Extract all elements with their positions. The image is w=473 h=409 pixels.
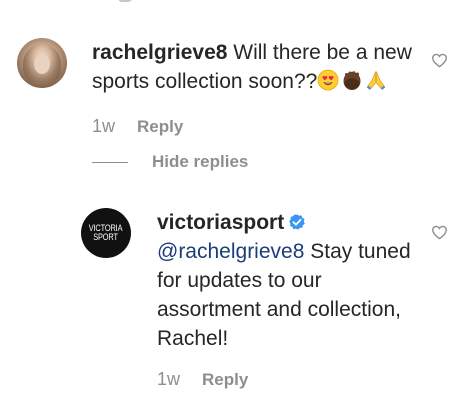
comment-thread: rachelgrieve8 Will there be a new sports… xyxy=(0,0,473,409)
raised-hand-dark-emoji xyxy=(343,71,361,90)
avatar[interactable]: VICTORIA SPORT xyxy=(81,208,131,258)
folded-hands-emoji xyxy=(367,71,386,90)
hide-replies-toggle[interactable]: Hide replies xyxy=(92,152,248,172)
reply-timestamp[interactable]: 1w xyxy=(157,369,180,390)
reply-username[interactable]: victoriasport xyxy=(157,211,284,234)
reply-button[interactable]: Reply xyxy=(137,117,183,137)
reply-body: victoriasport @rachelgrieve8 Stay tuned … xyxy=(157,208,427,353)
emoji-group xyxy=(317,69,387,91)
reply-mention-link[interactable]: @rachelgrieve8 xyxy=(157,240,304,263)
verified-badge-icon xyxy=(289,214,306,230)
avatar-logo-text: VICTORIA SPORT xyxy=(84,224,127,243)
reply-button[interactable]: Reply xyxy=(202,370,248,390)
like-heart-icon[interactable] xyxy=(431,52,448,69)
comment-timestamp[interactable]: 1w xyxy=(92,116,115,137)
like-heart-icon[interactable] xyxy=(431,224,448,241)
avatar[interactable] xyxy=(17,38,67,88)
avatar-logo-line: SPORT xyxy=(93,232,119,243)
reply-meta: 1w Reply xyxy=(157,369,248,390)
previous-item-edge xyxy=(118,0,132,2)
comment-meta: 1w Reply xyxy=(92,116,183,137)
comment-body: rachelgrieve8 Will there be a new sports… xyxy=(92,38,422,96)
comment-username[interactable]: rachelgrieve8 xyxy=(92,41,227,64)
hide-replies-button[interactable]: Hide replies xyxy=(152,152,248,172)
heart-eyes-emoji xyxy=(317,69,339,91)
divider-line xyxy=(92,161,128,163)
avatar-face xyxy=(34,54,50,74)
